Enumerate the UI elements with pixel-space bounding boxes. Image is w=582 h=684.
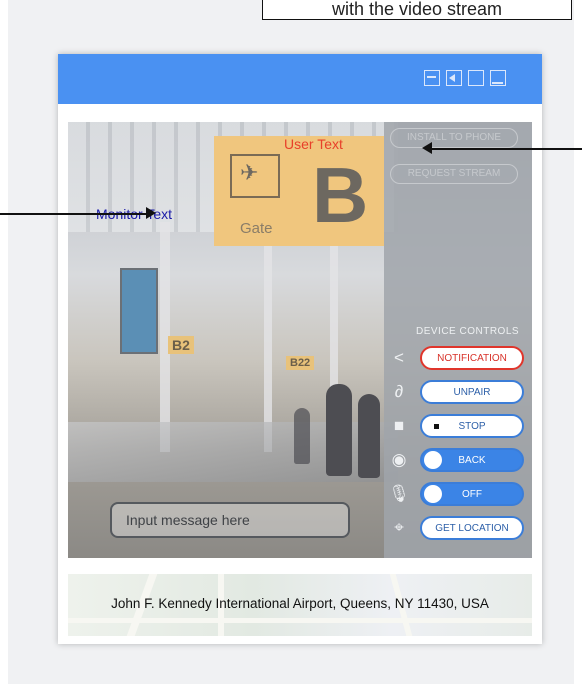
map-road [68,618,532,623]
back-toggle-label: BACK [458,455,486,466]
link-icon: ∂ [394,382,404,401]
location-address: John F. Kennedy International Airport, Q… [111,596,489,611]
gate-sign-letter: B [312,151,369,239]
title-bar [58,54,542,104]
get-location-button[interactable]: GET LOCATION [420,516,524,540]
video-stream[interactable]: B2 B22 ✈ Gate B Monitor Text User Text I… [68,122,532,558]
monitor-text-arrow [0,213,146,215]
mic-off-toggle-label: OFF [462,489,482,500]
monitor-text-arrowhead [146,207,156,219]
scene-pillar [264,222,272,452]
scene-person [326,384,352,476]
gate-sign-word: Gate [240,220,273,237]
microphone-icon: 🎙 [388,484,410,503]
side-panel: INSTALL TO PHONE REQUEST STREAM DEVICE C… [384,122,532,558]
unpair-button[interactable]: UNPAIR [420,380,524,404]
location-icon: ⌖ [394,518,404,537]
user-text-arrowhead [422,142,432,154]
device-controls-title: DEVICE CONTROLS [416,326,520,337]
annotation-callout: with the video stream [262,0,572,20]
gate-sign: ✈ Gate B [214,136,384,246]
scene-person [358,394,380,478]
video-stream-window: B2 B22 ✈ Gate B Monitor Text User Text I… [58,54,542,644]
stop-toggle[interactable]: STOP [420,414,524,438]
mic-off-toggle[interactable]: OFF [420,482,524,506]
scene-sign-b2: B2 [168,336,194,354]
airplane-icon: ✈ [240,160,259,185]
annotation-callout-text: with the video stream [331,0,503,19]
toggle-knob [424,451,442,469]
install-to-phone-button[interactable]: INSTALL TO PHONE [390,128,518,148]
scene-display-board [120,268,158,354]
share-icon: < [394,348,404,367]
minimize-icon[interactable] [424,70,440,86]
video-camera-icon: ■ [393,416,405,435]
stop-toggle-label: STOP [458,421,486,432]
user-text-arrow [430,148,582,150]
notification-button[interactable]: NOTIFICATION [420,346,524,370]
maximize-icon[interactable] [468,70,484,86]
user-text-overlay: User Text [284,136,343,152]
message-input[interactable]: Input message here [110,502,350,538]
eye-icon: ◉ [391,450,407,469]
scene-person [294,408,310,464]
back-toggle[interactable]: BACK [420,448,524,472]
scene-sign-b22: B22 [286,356,315,370]
dock-icon[interactable] [490,70,506,86]
toggle-knob [424,485,442,503]
stop-indicator-dot [434,424,439,429]
request-stream-button[interactable]: REQUEST STREAM [390,164,518,184]
mute-icon[interactable] [446,70,462,86]
location-footer: John F. Kennedy International Airport, Q… [68,574,532,636]
message-input-placeholder: Input message here [126,512,250,528]
